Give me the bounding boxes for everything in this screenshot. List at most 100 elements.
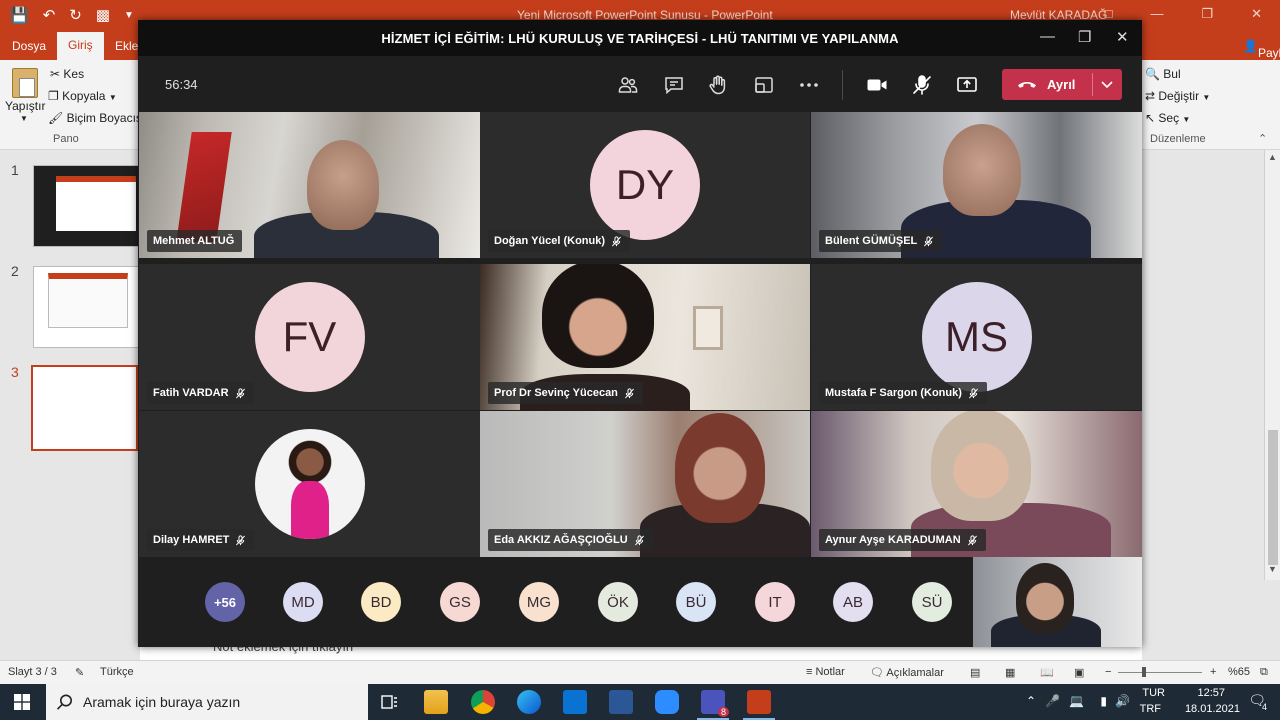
more-actions-icon[interactable] [797,73,821,97]
zoom-in-icon[interactable]: + [1210,666,1216,678]
scroll-up-icon[interactable]: ▲ [1268,152,1277,162]
participant-tile[interactable]: FV Fatih VARDAR [139,264,480,410]
video-tile[interactable]: Bülent GÜMÜŞEL [811,112,1142,258]
self-video-preview[interactable] [973,557,1142,647]
breakout-rooms-icon[interactable] [752,73,776,97]
taskbar-search[interactable]: Aramak için buraya yazın [46,684,368,720]
leave-button[interactable]: Ayrıl [1002,69,1122,100]
clock-time[interactable]: 12:57 [1197,687,1225,699]
input-language[interactable]: TUR [1142,687,1165,699]
format-painter-button[interactable]: 🖌 Biçim Boyacısı [48,111,145,125]
participant-avatar[interactable]: IT [755,582,795,622]
redo-icon[interactable]: ↻ [69,6,82,24]
cut-button[interactable]: ✂ Kes [50,67,84,81]
more-participants-button[interactable]: +56 [205,582,245,622]
customize-toolbar-icon[interactable]: ▼ [124,10,134,24]
tab-dosya[interactable]: Dosya [12,39,46,53]
show-hidden-icons-icon[interactable]: ⌃ [1026,694,1036,708]
participant-avatar[interactable]: ÖK [598,582,638,622]
slide-thumbnail-2[interactable] [33,266,140,348]
fit-slide-icon[interactable]: ⧉ [1260,666,1268,679]
reading-view-icon[interactable]: 📖 [1040,666,1054,679]
participant-avatar[interactable]: MG [519,582,559,622]
share-screen-icon[interactable] [955,73,979,97]
copy-button[interactable]: ❐ Kopyala ▼ [48,89,117,103]
teams-icon[interactable]: 8 [697,690,729,720]
participant-avatar[interactable]: SÜ [912,582,952,622]
comments-button[interactable]: 🗨 Açıklamalar [870,666,944,679]
zoom-slider-thumb[interactable] [1142,667,1146,677]
save-icon[interactable]: 💾 [10,6,29,24]
participant-avatar[interactable]: GS [440,582,480,622]
mic-off-icon [624,387,634,398]
mail-icon[interactable] [563,690,587,714]
chat-icon[interactable] [662,73,686,97]
participant-tile[interactable]: Dilay HAMRET [139,411,480,557]
task-view-icon[interactable] [378,690,402,714]
windows-start-icon[interactable] [14,694,30,710]
vertical-scrollbar[interactable]: ▲ ▼ [1264,150,1280,580]
video-tile[interactable]: Prof Dr Sevinç Yücecan [480,264,810,410]
restore-icon[interactable]: ❐ [1201,6,1213,22]
paste-dropdown-icon[interactable]: ▼ [20,114,28,123]
video-tile[interactable]: Eda AKKIZ AĞAŞÇIOĞLU [480,411,810,557]
volume-icon[interactable]: 🔊 [1115,694,1130,708]
slide-thumbnail-1[interactable] [33,165,140,247]
participant-tile[interactable]: MS Mustafa F Sargon (Konuk) [811,264,1142,410]
zoom-out-icon[interactable]: − [1105,666,1111,678]
slide-thumbnail-3[interactable] [31,365,138,451]
mic-off-icon [968,387,978,398]
tab-giris[interactable]: Giriş [57,32,104,60]
replace-button[interactable]: ⇄ Değiştir ▼ [1145,89,1210,103]
maximize-icon[interactable]: ❐ [1078,28,1091,46]
close-icon[interactable]: ✕ [1251,6,1262,22]
select-button[interactable]: ↖ Seç ▼ [1145,111,1190,125]
participants-icon[interactable] [616,73,640,97]
camera-icon[interactable] [865,73,889,97]
participant-avatar[interactable]: MD [283,582,323,622]
normal-view-icon[interactable]: ▤ [970,666,980,679]
raise-hand-icon[interactable] [706,73,730,97]
notes-label: Notlar [815,666,845,678]
zoom-icon[interactable] [655,690,679,714]
chevron-down-icon[interactable] [1100,76,1114,92]
scroll-down-icon[interactable]: ▼ [1268,564,1277,574]
visio-icon[interactable] [609,690,633,714]
clock-date[interactable]: 18.01.2021 [1185,703,1240,715]
minimize-icon[interactable]: — [1040,28,1055,45]
participant-avatar[interactable]: BÜ [676,582,716,622]
slideshow-view-icon[interactable]: ▣ [1074,666,1084,679]
video-tile[interactable]: Mehmet ALTUĞ [139,112,480,258]
participant-avatar[interactable]: BD [361,582,401,622]
file-explorer-icon[interactable] [424,690,448,714]
minimize-icon[interactable]: — [1150,6,1163,22]
tab-ekle[interactable]: Ekle [115,39,138,53]
microphone-muted-icon[interactable] [910,73,934,97]
microphone-icon[interactable]: 🎤 [1045,694,1060,708]
video-tile[interactable]: Aynur Ayşe KARADUMAN [811,411,1142,557]
paste-icon[interactable] [12,68,38,98]
participant-avatar[interactable]: AB [833,582,873,622]
powerpoint-icon[interactable] [743,690,775,720]
scroll-thumb[interactable] [1268,430,1278,565]
edge-icon[interactable] [517,690,541,714]
share-button[interactable]: 👤 Paylaş [1243,39,1280,60]
spellcheck-icon[interactable]: ✎ [75,666,84,679]
keyboard-layout[interactable]: TRF [1140,703,1161,715]
chrome-icon[interactable] [471,690,495,714]
zoom-level[interactable]: %65 [1228,666,1250,678]
slide-sorter-icon[interactable]: ▦ [1005,666,1015,679]
battery-icon[interactable]: ▮ [1100,694,1107,708]
language-indicator[interactable]: Türkçe [100,666,134,678]
notes-button[interactable]: ≡ Notlar [806,666,845,678]
mic-off-icon [634,534,644,545]
find-button[interactable]: 🔍 Bul [1145,67,1181,81]
zoom-slider[interactable] [1118,672,1202,673]
collapse-ribbon-icon[interactable]: ⌃ [1258,132,1267,145]
close-icon[interactable]: ✕ [1116,28,1129,46]
undo-icon[interactable]: ↶ [43,6,56,24]
network-icon[interactable]: 💻 [1069,694,1084,708]
paste-button[interactable]: Yapıştır [5,99,45,113]
participant-tile[interactable]: DY Doğan Yücel (Konuk) [480,112,810,258]
start-slideshow-icon[interactable]: ▩ [96,6,110,24]
